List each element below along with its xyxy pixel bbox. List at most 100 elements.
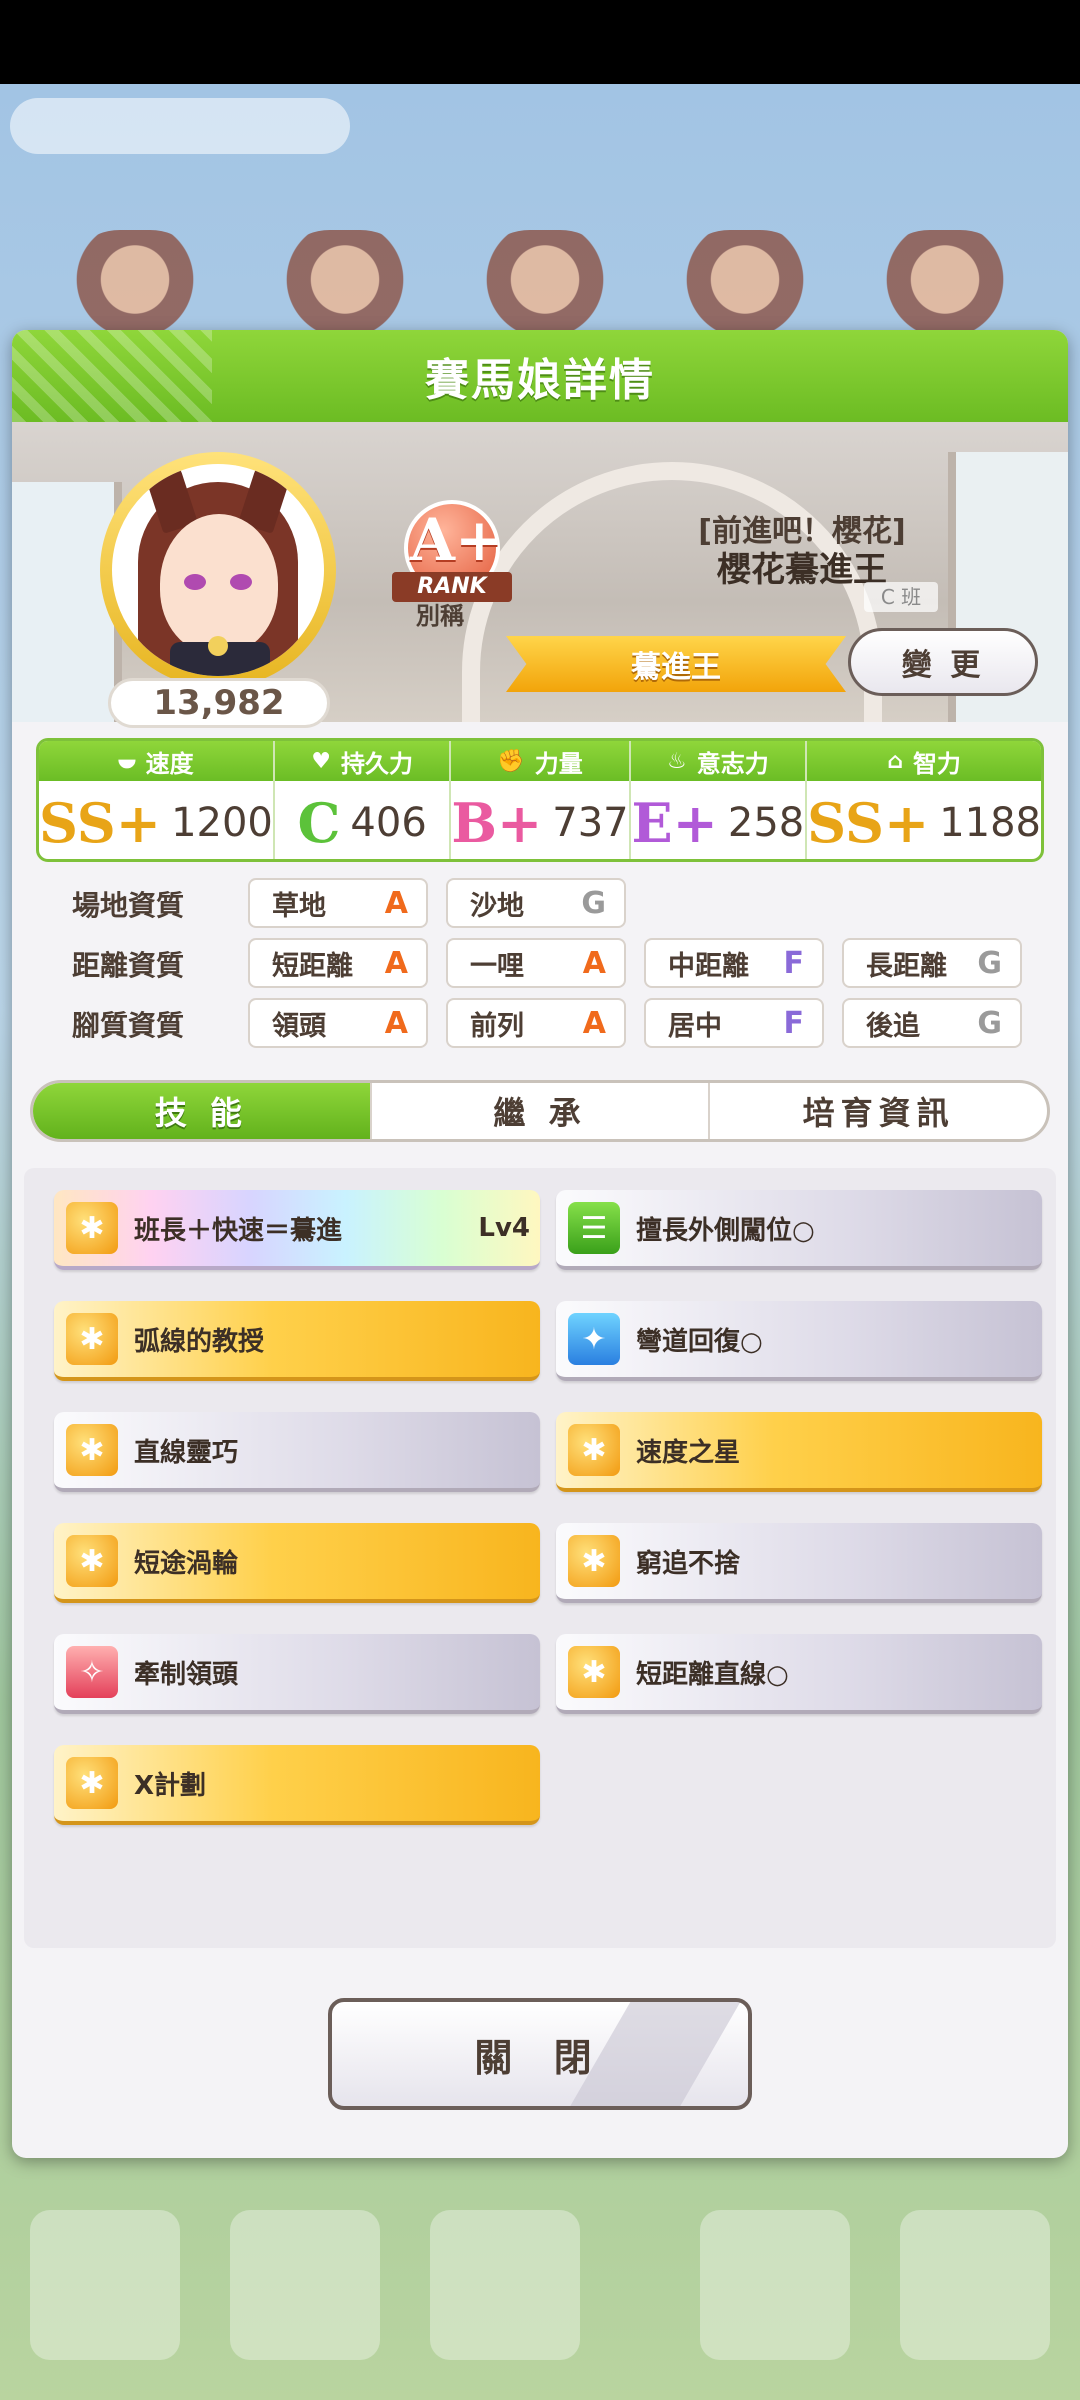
- aptitude-name: 居中: [668, 1010, 722, 1042]
- skill-card[interactable]: ✦ 彎道回復○: [556, 1301, 1042, 1381]
- speed-icon: ✱: [66, 1757, 118, 1809]
- close-button-label: 關 閉: [474, 2035, 606, 2080]
- stat-grade: E+: [631, 791, 718, 855]
- background-nav-item: [230, 2210, 380, 2360]
- stat-name: 意志力: [696, 749, 769, 778]
- aptitude-cell: 短距離 A: [248, 938, 428, 988]
- background-nav-item: [900, 2210, 1050, 2360]
- stat-body: SS+ 1200: [39, 781, 273, 859]
- aptitude-label: 腳質資質: [72, 1009, 185, 1042]
- stat-value: 1200: [171, 800, 273, 846]
- background-character: [470, 230, 620, 340]
- aptitude-grade: A: [384, 1005, 408, 1041]
- aptitude-name: 沙地: [470, 890, 524, 922]
- title-caption: 別稱: [416, 602, 464, 630]
- muscle-icon: ✊: [497, 748, 525, 774]
- stat-column: ♨ 意志力 E+ 258: [630, 741, 808, 859]
- aptitude-name: 領頭: [272, 1010, 326, 1042]
- stat-value: 406: [350, 800, 427, 846]
- skill-name: 彎道回復○: [636, 1326, 763, 1357]
- aptitude-grade: G: [581, 885, 606, 921]
- debuff-icon: ✧: [66, 1646, 118, 1698]
- speed-icon: ✱: [66, 1313, 118, 1365]
- skill-card[interactable]: ✱ 短距離直線○: [556, 1634, 1042, 1714]
- background-nav-item: [30, 2210, 180, 2360]
- close-button[interactable]: 關 閉: [328, 1998, 752, 2110]
- tab-0[interactable]: 技 能: [33, 1083, 372, 1139]
- aptitude-name: 中距離: [668, 950, 749, 982]
- avatar-eye: [184, 574, 206, 590]
- stat-column: ⯋ 速度 SS+ 1200: [39, 741, 275, 859]
- stat-body: SS+ 1188: [807, 781, 1041, 859]
- stat-name: 智力: [912, 749, 961, 778]
- skill-name: 擅長外側闖位○: [636, 1215, 815, 1246]
- stat-grade: SS+: [39, 791, 162, 855]
- skill-card[interactable]: ✱ 窮追不捨: [556, 1523, 1042, 1603]
- skill-name: 短途渦輪: [134, 1548, 239, 1579]
- aptitude-grade: A: [384, 885, 408, 921]
- background-character: [60, 230, 210, 340]
- speed-icon: ✱: [568, 1646, 620, 1698]
- detail-tabs: 技 能繼 承培育資訊: [30, 1080, 1050, 1142]
- stat-header: ⌂ 智力: [807, 741, 1041, 781]
- change-title-button[interactable]: 變 更: [848, 628, 1038, 696]
- class-label: C 班: [864, 582, 938, 612]
- aptitude-cell: 一哩 A: [446, 938, 626, 988]
- aptitude-cell: 沙地 G: [446, 878, 626, 928]
- skill-level: Lv4: [478, 1213, 530, 1243]
- speed-icon: ✱: [66, 1202, 118, 1254]
- skill-card[interactable]: ✱ 班長＋快速＝驀進 Lv4: [54, 1190, 540, 1270]
- stat-body: B+ 737: [451, 781, 629, 859]
- stat-header: ✊ 力量: [451, 741, 629, 781]
- stat-grade: B+: [451, 791, 543, 855]
- graduation-cap-icon: ⌂: [887, 748, 903, 774]
- aptitude-cell: 領頭 A: [248, 998, 428, 1048]
- skill-card[interactable]: ✱ 短途渦輪: [54, 1523, 540, 1603]
- skill-card[interactable]: ✱ 直線靈巧: [54, 1412, 540, 1492]
- stat-grade: SS+: [807, 791, 930, 855]
- stat-name: 力量: [534, 749, 583, 778]
- stat-column: ✊ 力量 B+ 737: [451, 741, 631, 859]
- skill-card[interactable]: ✱ 速度之星: [556, 1412, 1042, 1492]
- aptitude-cell: 前列 A: [446, 998, 626, 1048]
- skill-name: 弧線的教授: [134, 1326, 265, 1357]
- skill-name: 班長＋快速＝驀進: [134, 1215, 343, 1246]
- stat-body: C 406: [275, 781, 450, 859]
- stat-body: E+ 258: [631, 781, 806, 859]
- aptitude-label: 場地資質: [72, 889, 185, 922]
- background-nav-item: [430, 2210, 580, 2360]
- header-pattern: [12, 330, 212, 422]
- stat-value: 258: [727, 800, 805, 846]
- skill-card[interactable]: ✧ 牽制領頭: [54, 1634, 540, 1714]
- tab-2[interactable]: 培育資訊: [710, 1083, 1047, 1139]
- skill-card[interactable]: ✱ X計劃: [54, 1745, 540, 1825]
- aptitude-cell: 後追 G: [842, 998, 1022, 1048]
- umamusume-detail-dialog: 賽馬娘詳情 13,982 A+ RANK 別稱 [前進吧！櫻花] 櫻花驀進王 C…: [12, 330, 1068, 2158]
- tab-1[interactable]: 繼 承: [372, 1083, 711, 1139]
- aptitude-grade: A: [582, 945, 606, 981]
- skill-name: 直線靈巧: [134, 1437, 239, 1468]
- skill-card[interactable]: ☰ 擅長外側闖位○: [556, 1190, 1042, 1270]
- character-avatar[interactable]: [100, 452, 336, 688]
- background-character: [870, 230, 1020, 340]
- stat-grade: C: [297, 791, 341, 855]
- rank-letter: A+: [410, 506, 504, 574]
- stat-header: ♥ 持久力: [274, 741, 450, 781]
- stat-column: ⌂ 智力 SS+ 1188: [807, 741, 1041, 859]
- flame-icon: ♨: [667, 748, 687, 774]
- aptitude-row: 場地資質 草地 A 沙地 G: [52, 878, 1032, 928]
- speed-icon: ✱: [568, 1424, 620, 1476]
- heart-icon: ♥: [311, 748, 331, 774]
- avatar-eye: [230, 574, 252, 590]
- stat-header: ♨ 意志力: [630, 741, 806, 781]
- evaluation-score: 13,982: [108, 678, 330, 728]
- skill-name: 短距離直線○: [636, 1659, 789, 1690]
- skill-name: 牽制領頭: [134, 1659, 239, 1690]
- aptitude-cell: 中距離 F: [644, 938, 824, 988]
- skill-card[interactable]: ✱ 弧線的教授: [54, 1301, 540, 1381]
- aptitude-row: 距離資質 短距離 A 一哩 A 中距離 F 長距離 G: [52, 938, 1032, 988]
- background-nav-item: [700, 2210, 850, 2360]
- title-ribbon: 驀進王: [506, 636, 846, 692]
- stat-value: 1188: [939, 800, 1041, 846]
- stat-value: 737: [552, 800, 629, 846]
